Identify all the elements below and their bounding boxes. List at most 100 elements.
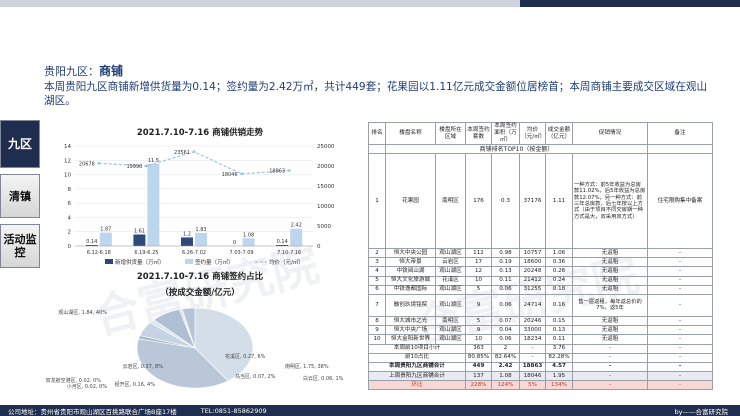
summary-cell: 18863 <box>519 361 546 373</box>
table-summary-row: 环比 228% 124% 5% 134% - - <box>368 380 713 391</box>
x-tick-label: 6.19-6.25 <box>134 250 158 256</box>
sidebar-item-activity-monitor[interactable]: 活动监控 <box>0 224 40 268</box>
table-cell: 一种方式：前5年收益为总房款11.02%，后5年收益为总房款12.07%，另一种… <box>572 153 648 249</box>
table-cell: 0.18 <box>545 284 573 295</box>
pie-title: 2021.7.10-7.16 商铺签约占比 <box>136 272 264 282</box>
table-cell: 中铁阅山湖 <box>385 266 436 277</box>
summary-cell: 228% <box>465 380 492 391</box>
pie-slice-label: 南明区, 1.75, 38% <box>285 363 329 370</box>
pie-slice-label: 白云区, 0.06, 1% <box>303 375 344 382</box>
right-tick-label: 15000 <box>317 184 335 190</box>
sidebar-item-jiuqu[interactable]: 九区 <box>0 120 40 168</box>
table-cell: 7 <box>368 293 386 317</box>
summary-cell: - <box>519 343 546 354</box>
footer-address: 公司地址：贵州省贵阳市观山湖区百挑路联合广场B座17楼 <box>8 407 177 416</box>
summary-cell: 5% <box>519 380 546 391</box>
table-caption-blank <box>368 144 386 154</box>
page-region: 贵阳九区： <box>44 65 99 78</box>
table-cell: 5 <box>465 284 492 295</box>
price-line <box>98 151 290 175</box>
table-cell: 0.13 <box>545 325 573 336</box>
table-cell: 恒大帝景 <box>385 257 436 268</box>
left-tick-label: 2 <box>68 230 72 236</box>
table-cell: 无返租 <box>572 247 648 259</box>
table-cell: 3 <box>368 257 386 268</box>
table-cell: - <box>647 266 713 277</box>
chart-supply-title: 2021.7.10-7.16 商铺供销走势 <box>136 128 264 138</box>
table-summary-row: 本周贵阳九区商铺合计 449 2.42 18863 4.57- - <box>368 361 713 373</box>
signed-bar <box>147 163 160 246</box>
sidebar-item-qingzhen[interactable]: 清镇 <box>0 174 40 218</box>
table-cell: 33000 <box>519 325 546 336</box>
table-cell: 10 <box>368 334 386 345</box>
legend-label-supply: 新增供货量（万㎡） <box>115 258 165 266</box>
price-point <box>97 161 101 165</box>
price-point <box>240 172 244 176</box>
table-cell: 观山湖区 <box>435 334 466 345</box>
footer-bar: 公司地址：贵州省贵阳市观山湖区百挑路联合广场B座17楼 TEL:0851-858… <box>0 405 740 416</box>
right-tick-label: 25000 <box>317 144 335 150</box>
summary-label: 上周贵阳九区商铺合计 <box>368 371 466 382</box>
summary-cell: 124% <box>491 380 520 391</box>
price-value-label: 20678 <box>79 161 95 167</box>
table-cell: 恒大城市之光 <box>385 315 436 327</box>
table-cell: 10757 <box>519 247 546 259</box>
pie-slice-label: 花溪区, 0.27, 6% <box>225 353 266 360</box>
signed-bar <box>99 232 112 246</box>
col-header-amount: 成交金额（亿元） <box>545 122 573 145</box>
table-cell: - <box>647 293 713 317</box>
table-summary-row: 前10占比 80.85% 82.64% -82.28% - - <box>368 352 713 363</box>
table-cell: 24714 <box>519 293 546 317</box>
signed-bar <box>242 238 255 246</box>
table-cell: 0.11 <box>491 275 520 286</box>
table-cell: 1.11 <box>545 153 573 249</box>
signed-bar <box>195 232 207 246</box>
table-cell: 无返租 <box>572 334 648 345</box>
table-row: 10 恒大金阳新世界 观山湖区 10 0.06 18234 0.11 无返租 - <box>368 334 713 345</box>
x-tick-label: 7.10-7.16 <box>277 250 301 256</box>
table-cell: 无返租 <box>572 315 648 327</box>
right-tick-label: 20000 <box>317 164 335 170</box>
table-cell: 0.06 <box>491 293 520 317</box>
table-cell: 0.11 <box>545 334 573 345</box>
supply-value-label: 1.2 <box>183 231 191 237</box>
table-cell: 无返租 <box>572 325 648 336</box>
supply-value-label: 0.14 <box>277 239 288 245</box>
table-cell: 无返租 <box>572 257 648 268</box>
col-header-district: 楼盘所在区域 <box>435 122 466 145</box>
summary-cell: 2 <box>491 343 520 354</box>
supply-bar <box>133 234 146 246</box>
left-tick-label: 8 <box>68 187 72 193</box>
table-row: 8 恒大城市之光 南明区 5 0.07 20246 0.15 无返租 - <box>368 315 713 327</box>
table-cell: 0.98 <box>491 247 520 259</box>
table-cell: - <box>647 257 713 268</box>
side-nav: 九区 清镇 活动监控 <box>0 120 40 274</box>
table-row: 7 融创玖境铭院 观山湖区 9 0.06 24714 0.16 售一层返租，每年返总价的7%，… <box>368 293 713 317</box>
col-header-remark: 备注 <box>647 122 713 145</box>
col-header-promotion: 促销情况 <box>572 122 648 145</box>
summary-cell: 449 <box>465 361 492 373</box>
table-cell: 观山湖区 <box>435 247 466 259</box>
table-cell: 0.04 <box>491 325 520 336</box>
table-summary-row: 上周贵阳九区商铺合计 137 1.08 18046 1.95- - <box>368 371 713 382</box>
pie-slice-label: 云岩区, 0.37, 8% <box>123 363 164 370</box>
legend-label-signed: 签约量（万㎡） <box>195 258 234 266</box>
table-cell: 恒大金阳新世界 <box>385 334 436 345</box>
table-cell: 云岩区 <box>435 257 466 268</box>
x-tick-label: 6.26-7.02 <box>182 250 206 256</box>
table-cell: 6 <box>368 284 386 295</box>
left-tick-label: 14 <box>64 144 71 150</box>
summary-cell: 80.85% <box>465 352 492 363</box>
table-cell: 0.15 <box>545 315 573 327</box>
table-cell: 售一层返租，每年返总价的7%，返5年 <box>572 293 648 317</box>
summary-cell: - <box>647 380 713 391</box>
summary-cell: - <box>572 361 648 373</box>
table-cell: - <box>647 315 713 327</box>
pie-slice-label: 小河区, 0.02, 0% <box>67 383 108 390</box>
left-tick-label: 6 <box>68 201 72 207</box>
table-cell: 10 <box>465 275 492 286</box>
signed-value-label: 1.08 <box>243 232 254 238</box>
table-cell: 9 <box>368 325 386 336</box>
table-cell: 观山湖区 <box>435 266 466 277</box>
summary-label: 本周前10项目小计 <box>368 343 466 354</box>
